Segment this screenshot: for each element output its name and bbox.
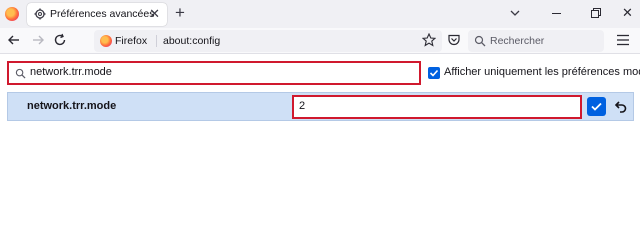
web-search-field[interactable]: Rechercher (468, 30, 604, 52)
reload-icon[interactable] (53, 33, 67, 47)
gear-icon (34, 8, 46, 20)
firefox-logo-icon (100, 35, 112, 47)
save-button[interactable] (587, 97, 606, 116)
restore-button[interactable] (591, 8, 601, 18)
close-tab-icon[interactable]: ✕ (149, 6, 160, 22)
show-modified-checkbox[interactable] (428, 67, 440, 79)
checkmark-icon (429, 69, 439, 77)
preference-value-input[interactable]: 2 (296, 99, 578, 115)
preference-search-highlight: network.trr.mode (7, 61, 421, 85)
tab-advanced-preferences[interactable]: Préférences avancées ✕ (27, 3, 167, 26)
search-icon (15, 68, 26, 79)
tab-strip: Préférences avancées ✕ + ✕ (0, 0, 640, 28)
preference-search-input[interactable]: network.trr.mode (11, 65, 417, 81)
firefox-icon[interactable] (5, 7, 19, 21)
show-modified-label[interactable]: Afficher uniquement les préférences modi… (444, 66, 640, 78)
chevron-down-icon[interactable] (509, 7, 521, 19)
preference-value-highlight: 2 (292, 95, 582, 119)
pocket-icon[interactable] (447, 33, 461, 47)
bookmark-star-icon[interactable] (422, 33, 436, 47)
new-tab-button[interactable]: + (175, 4, 185, 22)
url-text[interactable]: about:config (163, 35, 220, 47)
preference-row[interactable]: network.trr.mode 2 (7, 92, 634, 121)
web-search-placeholder: Rechercher (490, 35, 545, 47)
checkmark-icon (591, 102, 602, 111)
tab-title: Préférences avancées (50, 8, 155, 20)
identity-label[interactable]: Firefox (115, 35, 147, 47)
search-icon (474, 35, 486, 47)
preference-value-text: 2 (299, 100, 306, 112)
reset-undo-icon[interactable] (612, 98, 628, 114)
forward-arrow-icon[interactable] (31, 33, 45, 47)
back-arrow-icon[interactable] (7, 33, 21, 47)
url-bar[interactable]: Firefox about:config (94, 30, 442, 52)
hamburger-menu-icon[interactable] (616, 34, 630, 46)
url-separator (156, 35, 157, 47)
preference-search-value: network.trr.mode (30, 66, 112, 78)
minimize-button[interactable] (552, 13, 561, 14)
preference-name: network.trr.mode (27, 100, 117, 112)
close-window-button[interactable]: ✕ (622, 6, 633, 20)
